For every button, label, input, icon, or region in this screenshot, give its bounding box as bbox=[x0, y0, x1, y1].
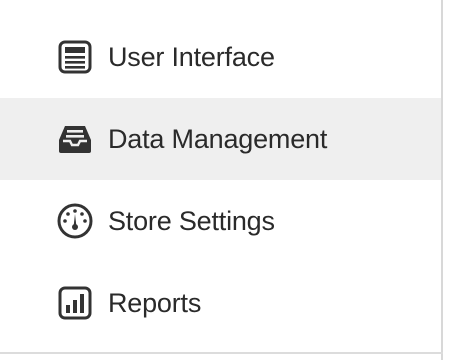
menu-item-label: Data Management bbox=[108, 123, 328, 154]
gauge-icon bbox=[54, 200, 96, 242]
user-interface-icon bbox=[54, 36, 96, 78]
right-border bbox=[441, 0, 443, 360]
data-management-icon bbox=[54, 118, 96, 160]
settings-menu: User Interface Data Management Store Set… bbox=[0, 0, 441, 352]
menu-item-store-settings[interactable]: Store Settings bbox=[0, 180, 441, 262]
menu-item-label: Reports bbox=[108, 287, 202, 318]
menu-item-data-management[interactable]: Data Management bbox=[0, 98, 441, 180]
menu-item-label: Store Settings bbox=[108, 205, 275, 236]
menu-item-user-interface[interactable]: User Interface bbox=[0, 16, 441, 98]
menu-item-reports[interactable]: Reports bbox=[0, 262, 441, 344]
bar-chart-icon bbox=[54, 282, 96, 324]
bottom-border bbox=[0, 352, 443, 354]
menu-item-label: User Interface bbox=[108, 41, 275, 72]
